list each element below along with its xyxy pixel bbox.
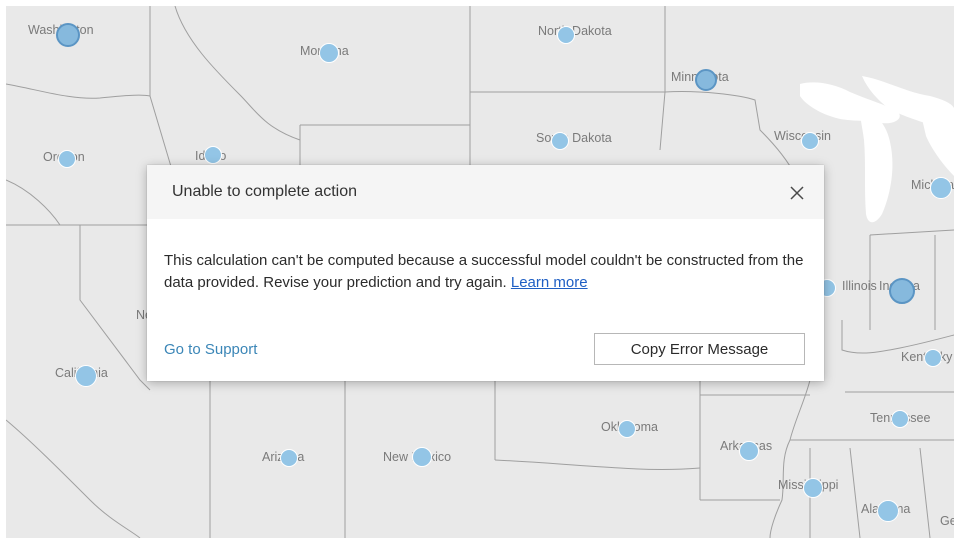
dialog-message: This calculation can't be computed becau… (164, 250, 804, 294)
go-to-support-link[interactable]: Go to Support (164, 341, 257, 358)
close-button[interactable] (785, 181, 809, 205)
learn-more-link[interactable]: Learn more (511, 274, 588, 291)
close-icon (790, 186, 804, 200)
modal-overlay: Unable to complete action This calculati… (0, 0, 954, 538)
error-message-text: This calculation can't be computed becau… (164, 252, 804, 291)
dialog-title: Unable to complete action (172, 183, 357, 200)
copy-error-message-button[interactable]: Copy Error Message (594, 333, 805, 365)
dialog-header: Unable to complete action (147, 165, 824, 219)
error-dialog: Unable to complete action This calculati… (147, 165, 824, 381)
